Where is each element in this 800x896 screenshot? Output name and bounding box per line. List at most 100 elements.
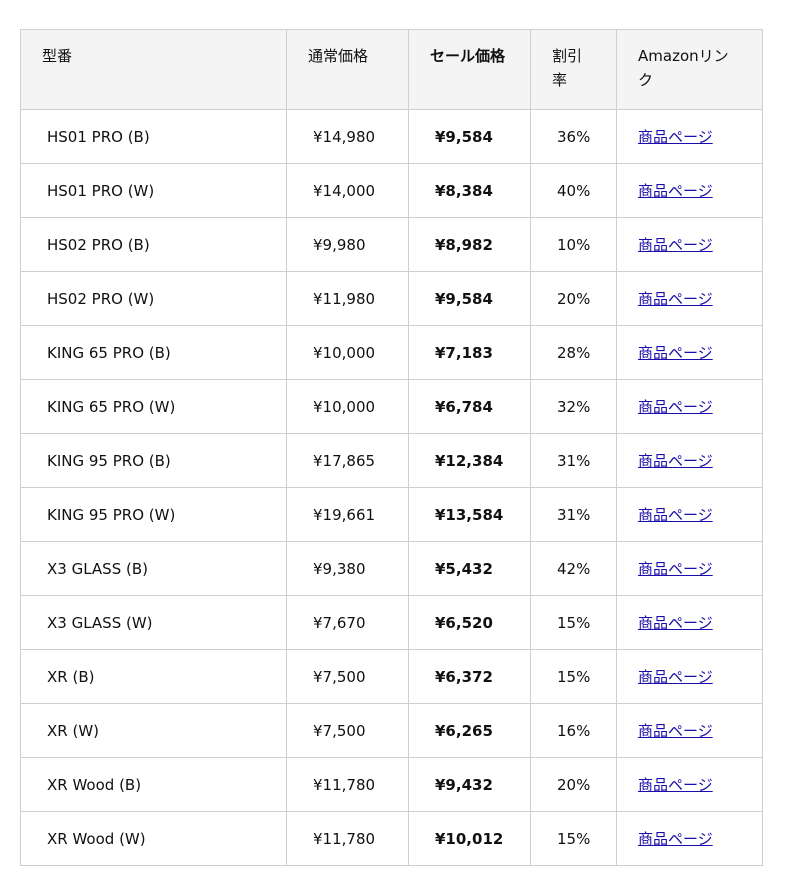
- header-discount: 割引率: [530, 29, 617, 110]
- cell-amazon-link: 商品ページ: [616, 595, 763, 650]
- cell-regular-price: ¥14,980: [286, 109, 409, 164]
- cell-regular-price: ¥19,661: [286, 487, 409, 542]
- cell-model: HS01 PRO (W): [20, 163, 287, 218]
- price-table-container: 型番 通常価格 セール価格 割引率 Amazonリンク HS01 PRO (B)…: [20, 29, 763, 866]
- cell-model: KING 95 PRO (B): [20, 433, 287, 488]
- cell-discount: 10%: [530, 217, 617, 272]
- product-page-link[interactable]: 商品ページ: [638, 236, 713, 254]
- cell-sale-price: ¥6,265: [408, 703, 531, 758]
- table-row: HS02 PRO (W) ¥11,980 ¥9,584 20% 商品ページ: [20, 271, 763, 326]
- cell-discount: 15%: [530, 811, 617, 866]
- table-row: HS01 PRO (B) ¥14,980 ¥9,584 36% 商品ページ: [20, 109, 763, 164]
- cell-sale-price: ¥9,432: [408, 757, 531, 812]
- cell-discount: 31%: [530, 487, 617, 542]
- product-page-link[interactable]: 商品ページ: [638, 182, 713, 200]
- cell-model: HS02 PRO (B): [20, 217, 287, 272]
- header-model: 型番: [20, 29, 287, 110]
- cell-model: HS01 PRO (B): [20, 109, 287, 164]
- cell-regular-price: ¥10,000: [286, 325, 409, 380]
- table-body: HS01 PRO (B) ¥14,980 ¥9,584 36% 商品ページ HS01 PR…: [20, 109, 763, 866]
- table-row: HS01 PRO (W) ¥14,000 ¥8,384 40% 商品ページ: [20, 163, 763, 218]
- cell-sale-price: ¥8,982: [408, 217, 531, 272]
- cell-amazon-link: 商品ページ: [616, 487, 763, 542]
- cell-model: XR Wood (W): [20, 811, 287, 866]
- cell-sale-price: ¥8,384: [408, 163, 531, 218]
- cell-regular-price: ¥17,865: [286, 433, 409, 488]
- cell-sale-price: ¥6,784: [408, 379, 531, 434]
- table-row: KING 65 PRO (B) ¥10,000 ¥7,183 28% 商品ページ: [20, 325, 763, 380]
- cell-amazon-link: 商品ページ: [616, 433, 763, 488]
- cell-amazon-link: 商品ページ: [616, 379, 763, 434]
- cell-discount: 42%: [530, 541, 617, 596]
- product-page-link[interactable]: 商品ページ: [638, 506, 713, 524]
- product-page-link[interactable]: 商品ページ: [638, 614, 713, 632]
- cell-regular-price: ¥7,500: [286, 703, 409, 758]
- product-page-link[interactable]: 商品ページ: [638, 290, 713, 308]
- cell-amazon-link: 商品ページ: [616, 163, 763, 218]
- cell-regular-price: ¥7,670: [286, 595, 409, 650]
- product-page-link[interactable]: 商品ページ: [638, 344, 713, 362]
- table-row: KING 65 PRO (W) ¥10,000 ¥6,784 32% 商品ページ: [20, 379, 763, 434]
- cell-model: KING 65 PRO (W): [20, 379, 287, 434]
- cell-amazon-link: 商品ページ: [616, 217, 763, 272]
- cell-discount: 40%: [530, 163, 617, 218]
- cell-sale-price: ¥13,584: [408, 487, 531, 542]
- cell-sale-price: ¥7,183: [408, 325, 531, 380]
- cell-amazon-link: 商品ページ: [616, 649, 763, 704]
- table-header: 型番 通常価格 セール価格 割引率 Amazonリンク: [20, 29, 763, 110]
- table-row: X3 GLASS (B) ¥9,380 ¥5,432 42% 商品ページ: [20, 541, 763, 596]
- cell-amazon-link: 商品ページ: [616, 541, 763, 596]
- cell-model: HS02 PRO (W): [20, 271, 287, 326]
- cell-model: X3 GLASS (W): [20, 595, 287, 650]
- cell-amazon-link: 商品ページ: [616, 703, 763, 758]
- table-row: HS02 PRO (B) ¥9,980 ¥8,982 10% 商品ページ: [20, 217, 763, 272]
- product-page-link[interactable]: 商品ページ: [638, 560, 713, 578]
- price-table: 型番 通常価格 セール価格 割引率 Amazonリンク HS01 PRO (B)…: [20, 29, 763, 866]
- cell-discount: 15%: [530, 649, 617, 704]
- table-row: X3 GLASS (W) ¥7,670 ¥6,520 15% 商品ページ: [20, 595, 763, 650]
- product-page-link[interactable]: 商品ページ: [638, 830, 713, 848]
- cell-discount: 20%: [530, 757, 617, 812]
- cell-discount: 36%: [530, 109, 617, 164]
- product-page-link[interactable]: 商品ページ: [638, 722, 713, 740]
- table-row: KING 95 PRO (W) ¥19,661 ¥13,584 31% 商品ページ: [20, 487, 763, 542]
- cell-regular-price: ¥11,780: [286, 757, 409, 812]
- cell-sale-price: ¥9,584: [408, 271, 531, 326]
- cell-regular-price: ¥14,000: [286, 163, 409, 218]
- cell-regular-price: ¥10,000: [286, 379, 409, 434]
- cell-sale-price: ¥6,520: [408, 595, 531, 650]
- cell-amazon-link: 商品ページ: [616, 271, 763, 326]
- cell-sale-price: ¥9,584: [408, 109, 531, 164]
- cell-amazon-link: 商品ページ: [616, 325, 763, 380]
- cell-amazon-link: 商品ページ: [616, 757, 763, 812]
- table-row: KING 95 PRO (B) ¥17,865 ¥12,384 31% 商品ページ: [20, 433, 763, 488]
- cell-model: XR (W): [20, 703, 287, 758]
- cell-model: KING 95 PRO (W): [20, 487, 287, 542]
- product-page-link[interactable]: 商品ページ: [638, 128, 713, 146]
- cell-model: X3 GLASS (B): [20, 541, 287, 596]
- cell-regular-price: ¥11,780: [286, 811, 409, 866]
- header-regular-price: 通常価格: [286, 29, 409, 110]
- table-row: XR (B) ¥7,500 ¥6,372 15% 商品ページ: [20, 649, 763, 704]
- cell-regular-price: ¥9,980: [286, 217, 409, 272]
- cell-discount: 31%: [530, 433, 617, 488]
- product-page-link[interactable]: 商品ページ: [638, 398, 713, 416]
- cell-regular-price: ¥7,500: [286, 649, 409, 704]
- cell-sale-price: ¥12,384: [408, 433, 531, 488]
- cell-amazon-link: 商品ページ: [616, 811, 763, 866]
- cell-model: KING 65 PRO (B): [20, 325, 287, 380]
- table-row: XR Wood (B) ¥11,780 ¥9,432 20% 商品ページ: [20, 757, 763, 812]
- table-row: XR Wood (W) ¥11,780 ¥10,012 15% 商品ページ: [20, 811, 763, 866]
- cell-discount: 20%: [530, 271, 617, 326]
- header-sale-price: セール価格: [408, 29, 531, 110]
- product-page-link[interactable]: 商品ページ: [638, 776, 713, 794]
- cell-regular-price: ¥9,380: [286, 541, 409, 596]
- cell-sale-price: ¥10,012: [408, 811, 531, 866]
- cell-discount: 32%: [530, 379, 617, 434]
- product-page-link[interactable]: 商品ページ: [638, 452, 713, 470]
- cell-model: XR (B): [20, 649, 287, 704]
- product-page-link[interactable]: 商品ページ: [638, 668, 713, 686]
- cell-model: XR Wood (B): [20, 757, 287, 812]
- header-row: 型番 通常価格 セール価格 割引率 Amazonリンク: [20, 29, 763, 110]
- cell-amazon-link: 商品ページ: [616, 109, 763, 164]
